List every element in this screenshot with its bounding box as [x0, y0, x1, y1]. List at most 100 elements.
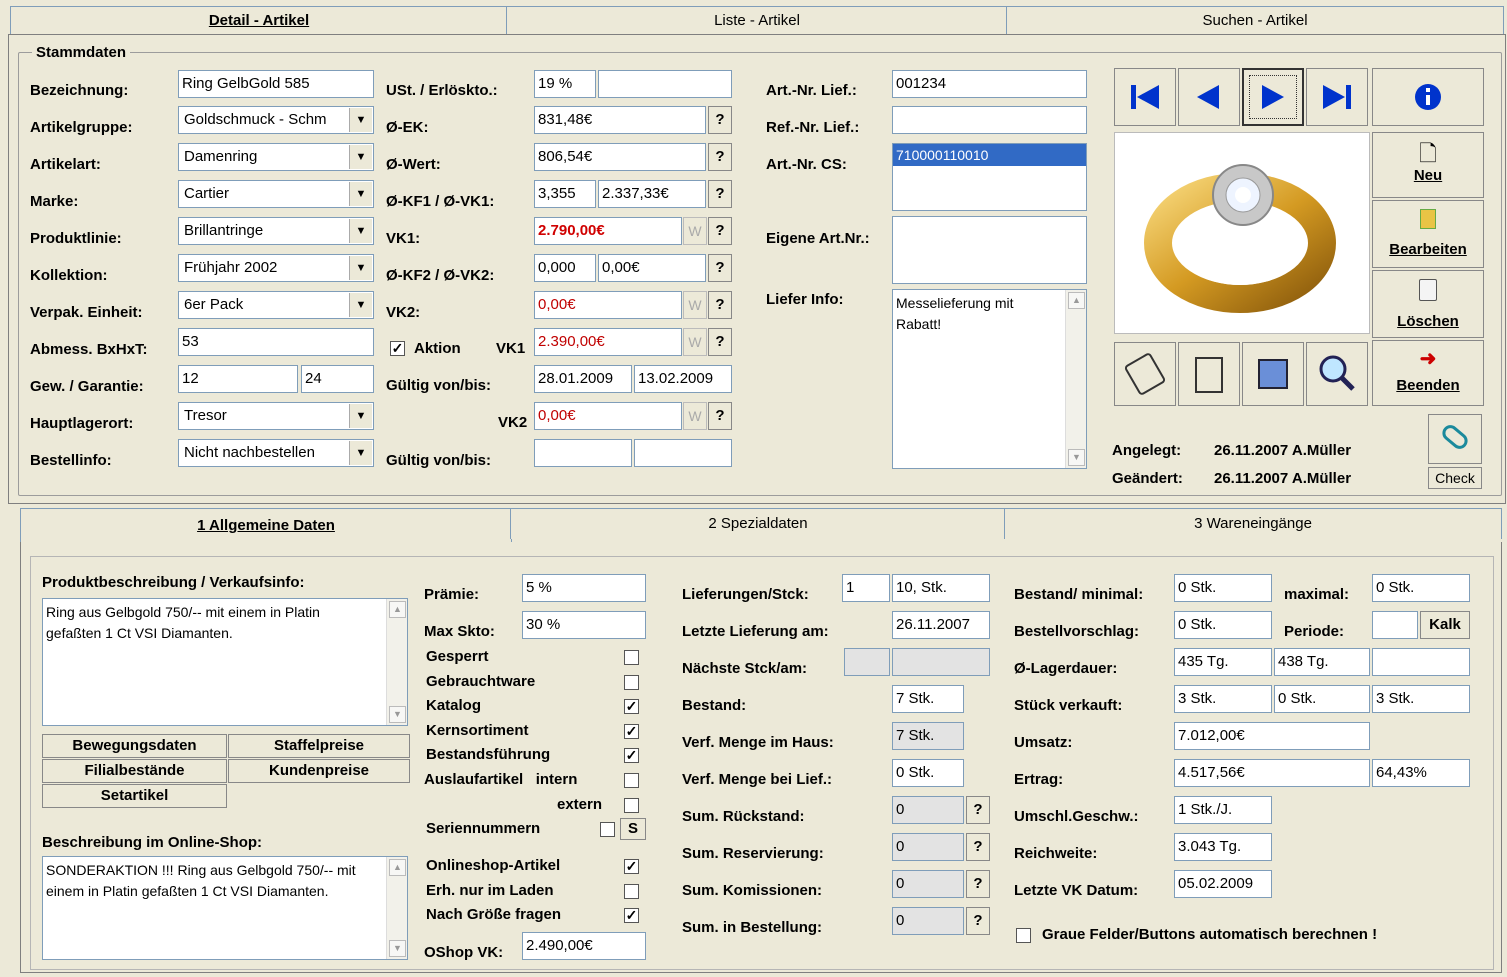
shop-laden-checkbox[interactable] [624, 884, 639, 899]
last-record-button[interactable] [1306, 68, 1368, 126]
liefer-info-field[interactable]: Messelieferung mit Rabatt! ▲ ▼ [892, 289, 1087, 469]
lieferungen-field[interactable]: 1 [842, 574, 890, 602]
shop-groesse-checkbox[interactable]: ✓ [624, 908, 639, 923]
praemie-field[interactable]: 5 % [522, 574, 646, 602]
tab-liste-artikel[interactable]: Liste - Artikel [506, 6, 1008, 35]
aktion-vk1-w-button[interactable]: W [683, 328, 707, 356]
lagerdauer-3-field[interactable] [1372, 648, 1470, 676]
exit-button[interactable]: ➜ Beenden [1372, 340, 1484, 406]
lagerdauer-2-field[interactable]: 438 Tg. [1274, 648, 1370, 676]
artikelgruppe-select[interactable]: Goldschmuck - Schm ▼ [178, 106, 374, 134]
bestand-field[interactable]: 7 Stk. [892, 685, 964, 713]
wert-field[interactable]: 806,54€ [534, 143, 706, 171]
kommission-field[interactable]: 0 [892, 870, 964, 898]
shop-onlineshop-checkbox[interactable]: ✓ [624, 859, 639, 874]
wert-help-button[interactable]: ? [708, 143, 732, 171]
chevron-down-icon[interactable]: ▼ [349, 108, 372, 132]
aktion-vk2-w-button[interactable]: W [683, 402, 707, 430]
letzte-vk-field[interactable]: 05.02.2009 [1174, 870, 1272, 898]
refnr-lief-field[interactable] [892, 106, 1087, 134]
chevron-down-icon[interactable]: ▼ [349, 182, 372, 206]
aktion-vk2-field[interactable]: 0,00€ [534, 402, 682, 430]
tag-button[interactable] [1114, 342, 1176, 406]
produktbeschreibung-field[interactable]: Ring aus Gelbgold 750/-- mit einem in Pl… [42, 598, 408, 726]
chevron-down-icon[interactable]: ▼ [349, 256, 372, 280]
kf1-field[interactable]: 3,355 [534, 180, 596, 208]
setartikel-button[interactable]: Setartikel [42, 784, 227, 808]
produktlinie-select[interactable]: Brillantringe ▼ [178, 217, 374, 245]
edit-button[interactable]: Bearbeiten [1372, 200, 1484, 268]
umschl-field[interactable]: 1 Stk./J. [1174, 796, 1272, 824]
flag-kernsortiment-checkbox[interactable]: ✓ [624, 724, 639, 739]
naechste-am-field[interactable] [892, 648, 990, 676]
kundenpreise-button[interactable]: Kundenpreise [228, 759, 410, 783]
verkauft-2-field[interactable]: 0 Stk. [1274, 685, 1370, 713]
gueltig-von2-field[interactable] [534, 439, 632, 467]
garantie-field[interactable]: 24 [301, 365, 374, 393]
tab-spezialdaten[interactable]: 2 Spezialdaten [510, 508, 1006, 539]
eigene-artnr-field[interactable] [892, 216, 1087, 284]
attach-button[interactable] [1428, 414, 1482, 464]
ek-field[interactable]: 831,48€ [534, 106, 706, 134]
flag-seriennummern-checkbox[interactable] [600, 822, 615, 837]
filialbestaende-button[interactable]: Filialbestände [42, 759, 227, 783]
vk2-help-button[interactable]: ? [708, 291, 732, 319]
tab-wareneingaenge[interactable]: 3 Wareneingänge [1004, 508, 1502, 539]
gueltig-bis1-field[interactable]: 13.02.2009 [634, 365, 732, 393]
info-button[interactable] [1372, 68, 1484, 126]
chevron-down-icon[interactable]: ▼ [349, 441, 372, 465]
tab-detail-artikel[interactable]: Detail - Artikel [10, 6, 508, 35]
hauptlager-select[interactable]: Tresor ▼ [178, 402, 374, 430]
tab-suchen-artikel[interactable]: Suchen - Artikel [1006, 6, 1504, 35]
verpak-select[interactable]: 6er Pack ▼ [178, 291, 374, 319]
gueltig-bis2-field[interactable] [634, 439, 732, 467]
bewegungsdaten-button[interactable]: Bewegungsdaten [42, 734, 227, 758]
lagerdauer-1-field[interactable]: 435 Tg. [1174, 648, 1272, 676]
rueckstand-help-button[interactable]: ? [966, 796, 990, 824]
letzte-lieferung-field[interactable]: 26.11.2007 [892, 611, 990, 639]
gewicht-field[interactable]: 12 [178, 365, 298, 393]
verkauft-1-field[interactable]: 3 Stk. [1174, 685, 1272, 713]
vorschlag-field[interactable]: 0 Stk. [1174, 611, 1272, 639]
next-record-button[interactable] [1242, 68, 1304, 126]
bestand-min-field[interactable]: 0 Stk. [1174, 574, 1272, 602]
search-button[interactable] [1306, 342, 1368, 406]
verf-lief-field[interactable]: 0 Stk. [892, 759, 964, 787]
vk1-avg-field[interactable]: 2.337,33€ [598, 180, 706, 208]
vk2-field[interactable]: 0,00€ [534, 291, 682, 319]
aktion-vk2-help-button[interactable]: ? [708, 402, 732, 430]
online-scrollbar[interactable]: ▲ ▼ [386, 857, 407, 959]
umsatz-field[interactable]: 7.012,00€ [1174, 722, 1370, 750]
lieferungen-stk-field[interactable]: 10, Stk. [892, 574, 990, 602]
first-record-button[interactable] [1114, 68, 1176, 126]
seriennummern-s-button[interactable]: S [620, 818, 646, 840]
aktion-vk1-field[interactable]: 2.390,00€ [534, 328, 682, 356]
bestellung-field[interactable]: 0 [892, 907, 964, 935]
erloeskto-field[interactable] [598, 70, 732, 98]
verf-haus-field[interactable]: 7 Stk. [892, 722, 964, 750]
kf2-help-button[interactable]: ? [708, 254, 732, 282]
bestellung-help-button[interactable]: ? [966, 907, 990, 935]
online-beschreibung-field[interactable]: SONDERAKTION !!! Ring aus Gelbgold 750/-… [42, 856, 408, 960]
chevron-down-icon[interactable]: ▼ [349, 145, 372, 169]
ertrag-pct-field[interactable]: 64,43% [1372, 759, 1470, 787]
kollektion-select[interactable]: Frühjahr 2002 ▼ [178, 254, 374, 282]
chevron-down-icon[interactable]: ▼ [349, 293, 372, 317]
ust-field[interactable]: 19 % [534, 70, 596, 98]
naechste-stck-field[interactable] [844, 648, 890, 676]
gueltig-von1-field[interactable]: 28.01.2009 [534, 365, 632, 393]
kalk-button[interactable]: Kalk [1420, 611, 1470, 639]
artnr-cs-field[interactable]: 710000110010 [892, 143, 1087, 211]
kommission-help-button[interactable]: ? [966, 870, 990, 898]
vk2-w-button[interactable]: W [683, 291, 707, 319]
ertrag-field[interactable]: 4.517,56€ [1174, 759, 1370, 787]
artikelart-select[interactable]: Damenring ▼ [178, 143, 374, 171]
kf2-field[interactable]: 0,000 [534, 254, 596, 282]
kf1-help-button[interactable]: ? [708, 180, 732, 208]
flag-auslauf-extern-checkbox[interactable] [624, 798, 639, 813]
ek-help-button[interactable]: ? [708, 106, 732, 134]
artnr-lief-field[interactable]: 001234 [892, 70, 1087, 98]
reservierung-field[interactable]: 0 [892, 833, 964, 861]
copy-button[interactable] [1242, 342, 1304, 406]
reichweite-field[interactable]: 3.043 Tg. [1174, 833, 1272, 861]
